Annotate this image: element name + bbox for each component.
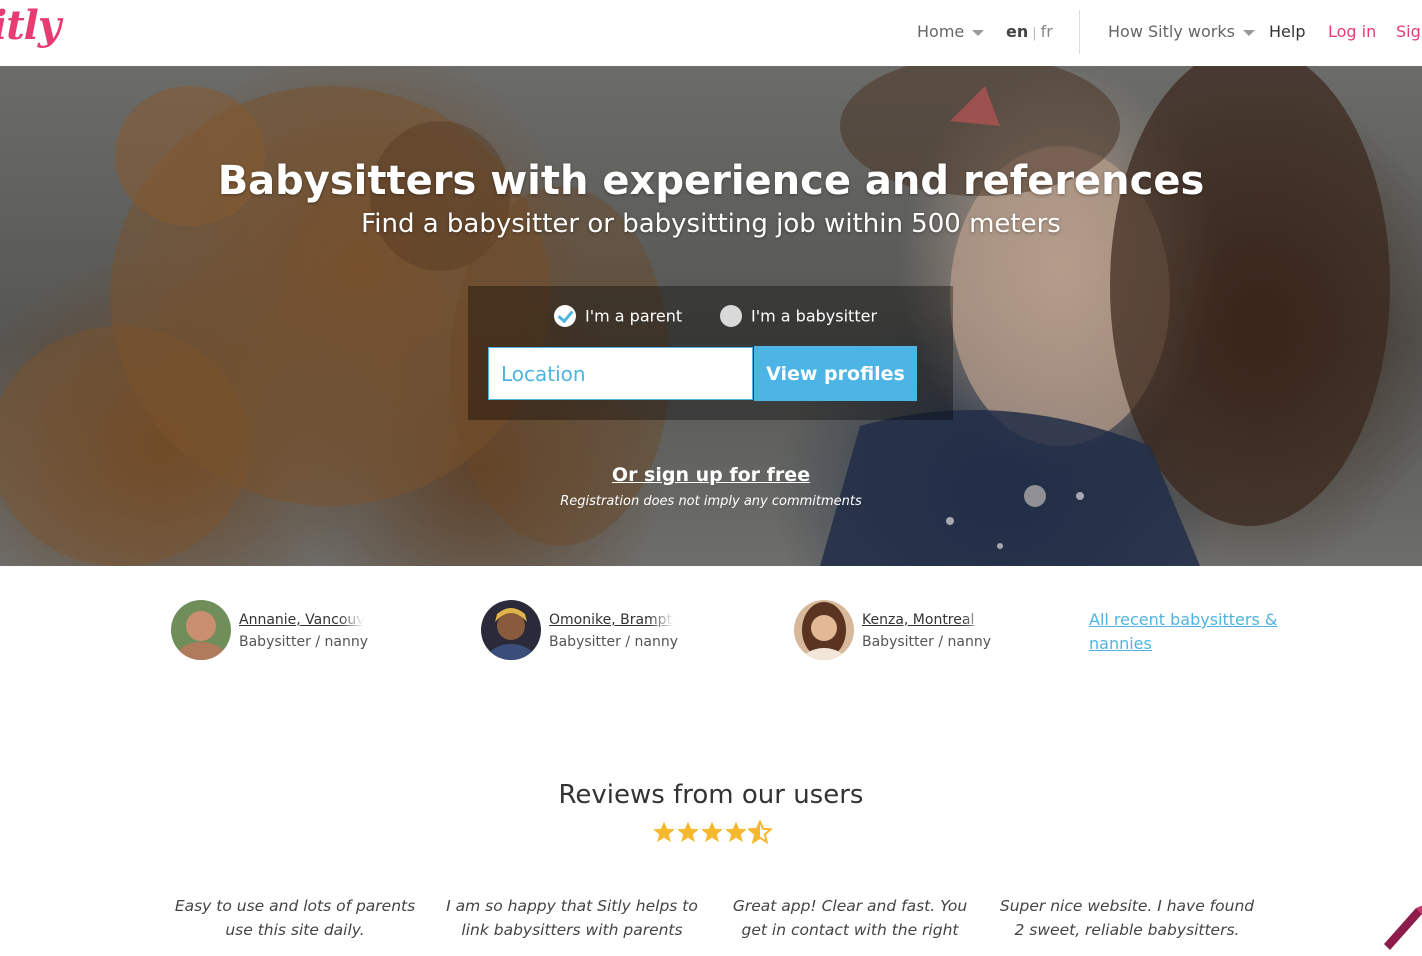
search-panel: I'm a parent I'm a babysitter View profi… — [468, 286, 953, 420]
nav-signup-link[interactable]: Sign — [1396, 22, 1422, 41]
radio-babysitter[interactable]: I'm a babysitter — [720, 305, 878, 328]
nav-how-it-works-label: How Sitly works — [1108, 22, 1235, 41]
avatar[interactable] — [171, 600, 231, 660]
avatar[interactable] — [794, 600, 854, 660]
signup-note: Registration does not imply any commitme… — [560, 494, 862, 509]
review-text: Super nice website. I have found 2 sweet… — [999, 897, 1255, 939]
scroll-decoration-icon — [1384, 905, 1422, 950]
nav-login-link[interactable]: Log in — [1328, 22, 1376, 41]
review-text: Easy to use and lots of parents use this… — [174, 897, 416, 939]
radio-empty-icon — [720, 305, 742, 327]
sitly-logo[interactable]: itly — [0, 2, 61, 49]
sitter-role: Babysitter / nanny — [862, 634, 991, 650]
sitter-role: Babysitter / nanny — [549, 634, 678, 650]
radio-parent[interactable]: I'm a parent — [554, 305, 683, 328]
checkmark-icon — [554, 305, 576, 327]
sitter-name-link[interactable]: Kenza, Montreal — [862, 612, 987, 628]
review-text: Great app! Clear and fast. You get in co… — [732, 897, 968, 939]
top-navigation: itly Home en | fr How Sitly works Help Log… — [0, 0, 1422, 66]
hero-section: Babysitters with experience and referenc… — [0, 66, 1422, 566]
sitter-name-link[interactable]: Omonike, Brampton — [549, 612, 674, 628]
lang-en-link[interactable]: en — [1006, 22, 1028, 41]
nav-divider — [1079, 10, 1080, 54]
reviews-title: Reviews from our users — [558, 780, 864, 810]
nav-home-dropdown[interactable]: Home — [917, 22, 985, 41]
sitter-role: Babysitter / nanny — [239, 634, 368, 650]
review-text: I am so happy that Sitly helps to link b… — [446, 897, 698, 939]
star-rating-icon — [653, 820, 772, 843]
location-input[interactable] — [488, 347, 753, 400]
radio-babysitter-label: I'm a babysitter — [751, 306, 878, 326]
lang-fr-link[interactable]: fr — [1041, 22, 1053, 41]
all-recent-sitters-link[interactable]: All recent babysitters & nannies — [1089, 608, 1289, 656]
radio-parent-label: I'm a parent — [585, 306, 683, 326]
avatar[interactable] — [481, 600, 541, 660]
sitter-name-link[interactable]: Annanie, Vancouver — [239, 612, 364, 628]
nav-home-label: Home — [917, 22, 965, 41]
signup-free-link[interactable]: Or sign up for free — [0, 464, 1422, 486]
chevron-down-icon — [1242, 29, 1255, 36]
nav-help-link[interactable]: Help — [1269, 22, 1305, 41]
lang-separator: | — [1032, 26, 1037, 41]
hero-subtitle: Find a babysitter or babysitting job wit… — [361, 209, 1061, 239]
view-profiles-button[interactable]: View profiles — [754, 346, 917, 401]
language-switcher: en | fr — [1006, 22, 1053, 41]
nav-how-it-works-dropdown[interactable]: How Sitly works — [1108, 22, 1255, 41]
chevron-down-icon — [972, 29, 985, 36]
hero-title: Babysitters with experience and referenc… — [217, 158, 1205, 204]
